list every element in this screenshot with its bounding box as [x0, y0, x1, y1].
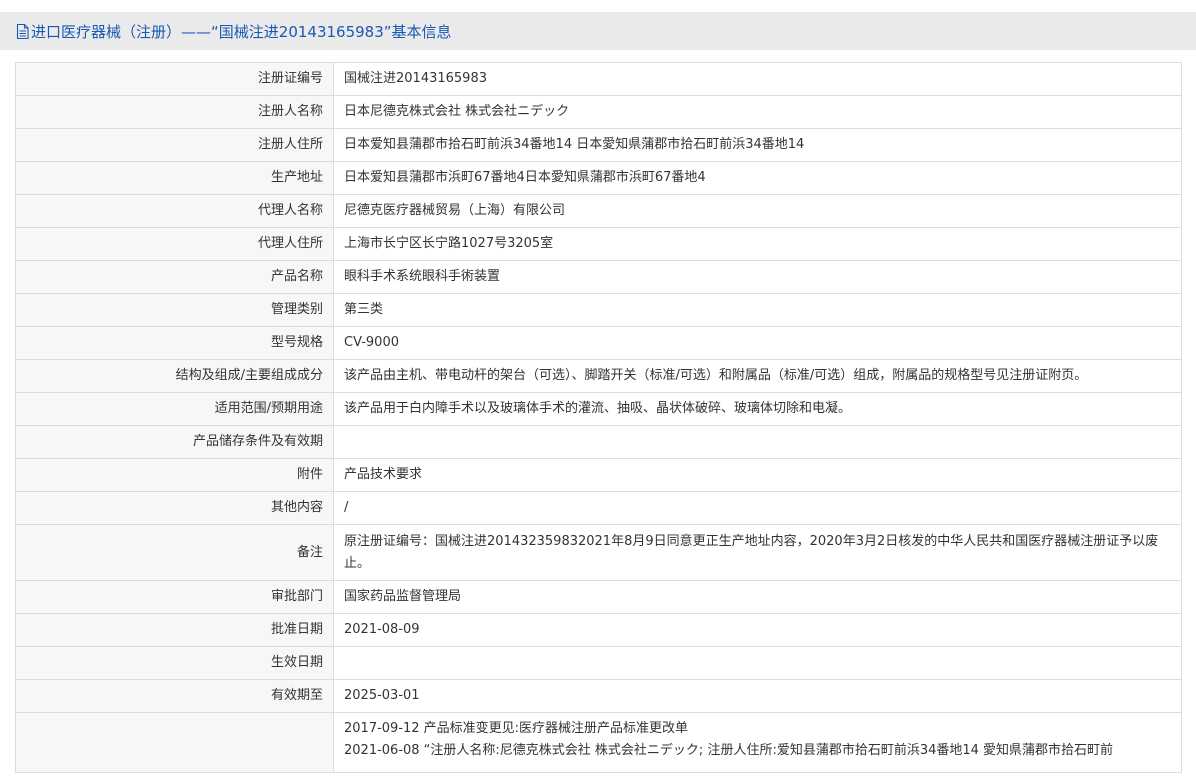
- field-value: 该产品用于白内障手术以及玻璃体手术的灌流、抽吸、晶状体破碎、玻璃体切除和电凝。: [333, 392, 1182, 426]
- field-value: 尼德克医疗器械贸易（上海）有限公司: [333, 194, 1182, 228]
- info-table-container: 注册证编号 国械注进20143165983 注册人名称 日本尼德克株式会社 株式…: [15, 62, 1182, 773]
- field-value: 日本爱知县蒲郡市浜町67番地4日本愛知県蒲郡市浜町67番地4: [333, 161, 1182, 195]
- field-value: 眼科手术系统眼科手術装置: [333, 260, 1182, 294]
- field-label: 审批部门: [15, 580, 334, 614]
- field-value: 上海市长宁区长宁路1027号3205室: [333, 227, 1182, 261]
- table-row: 管理类别 第三类: [15, 293, 1182, 327]
- table-row: 代理人住所 上海市长宁区长宁路1027号3205室: [15, 227, 1182, 261]
- table-row: 结构及组成/主要组成成分 该产品由主机、带电动杆的架台（可选）、脚踏开关（标准/…: [15, 359, 1182, 393]
- field-label: 有效期至: [15, 679, 334, 713]
- field-label: 备注: [15, 524, 334, 581]
- document-icon: [16, 23, 29, 39]
- field-value: 产品技术要求: [333, 458, 1182, 492]
- field-label: 生效日期: [15, 646, 334, 680]
- table-row-changes: 2017-09-12 产品标准变更见:医疗器械注册产品标准更改单 2021-06…: [15, 712, 1182, 773]
- table-row: 适用范围/预期用途 该产品用于白内障手术以及玻璃体手术的灌流、抽吸、晶状体破碎、…: [15, 392, 1182, 426]
- table-row: 生效日期: [15, 646, 1182, 680]
- field-label: 型号规格: [15, 326, 334, 360]
- field-label: 管理类别: [15, 293, 334, 327]
- table-row: 产品名称 眼科手术系统眼科手術装置: [15, 260, 1182, 294]
- field-value: 国械注进20143165983: [333, 62, 1182, 96]
- page-title: 进口医疗器械（注册）——“国械注进20143165983”基本信息: [31, 22, 452, 41]
- table-row: 代理人名称 尼德克医疗器械贸易（上海）有限公司: [15, 194, 1182, 228]
- field-label: 注册人名称: [15, 95, 334, 129]
- field-value: 日本爱知县蒲郡市拾石町前浜34番地14 日本愛知県蒲郡市拾石町前浜34番地14: [333, 128, 1182, 162]
- field-label: 产品储存条件及有效期: [15, 425, 334, 459]
- page-title-bar: 进口医疗器械（注册）——“国械注进20143165983”基本信息: [0, 12, 1196, 50]
- table-row: 附件 产品技术要求: [15, 458, 1182, 492]
- field-label: 生产地址: [15, 161, 334, 195]
- field-label: 注册人住所: [15, 128, 334, 162]
- table-row: 其他内容 /: [15, 491, 1182, 525]
- field-value: 第三类: [333, 293, 1182, 327]
- field-label: 代理人住所: [15, 227, 334, 261]
- field-value: 国家药品监督管理局: [333, 580, 1182, 614]
- field-label: [15, 712, 334, 773]
- table-row: 注册人名称 日本尼德克株式会社 株式会社ニデック: [15, 95, 1182, 129]
- field-label: 代理人名称: [15, 194, 334, 228]
- field-label: 结构及组成/主要组成成分: [15, 359, 334, 393]
- table-row: 型号规格 CV-9000: [15, 326, 1182, 360]
- change-entry: 2017-09-12 产品标准变更见:医疗器械注册产品标准更改单: [344, 721, 689, 736]
- table-row: 注册证编号 国械注进20143165983: [15, 62, 1182, 96]
- info-table: 注册证编号 国械注进20143165983 注册人名称 日本尼德克株式会社 株式…: [15, 62, 1182, 773]
- table-row: 产品储存条件及有效期: [15, 425, 1182, 459]
- field-label: 批准日期: [15, 613, 334, 647]
- field-value: [333, 646, 1182, 680]
- table-row: 备注 原注册证编号：国械注进201432359832021年8月9日同意更正生产…: [15, 524, 1182, 581]
- change-entry: 2021-06-08 “注册人名称:尼德克株式会社 株式会社ニデック; 注册人住…: [344, 743, 1114, 758]
- field-value: 原注册证编号：国械注进201432359832021年8月9日同意更正生产地址内…: [333, 524, 1182, 581]
- field-value: 2025-03-01: [333, 679, 1182, 713]
- table-row: 有效期至 2025-03-01: [15, 679, 1182, 713]
- field-label: 注册证编号: [15, 62, 334, 96]
- field-label: 附件: [15, 458, 334, 492]
- table-row: 批准日期 2021-08-09: [15, 613, 1182, 647]
- table-row: 注册人住所 日本爱知县蒲郡市拾石町前浜34番地14 日本愛知県蒲郡市拾石町前浜3…: [15, 128, 1182, 162]
- field-label: 其他内容: [15, 491, 334, 525]
- field-value: [333, 425, 1182, 459]
- field-value: 2021-08-09: [333, 613, 1182, 647]
- table-row: 生产地址 日本爱知县蒲郡市浜町67番地4日本愛知県蒲郡市浜町67番地4: [15, 161, 1182, 195]
- field-label: 产品名称: [15, 260, 334, 294]
- table-row: 审批部门 国家药品监督管理局: [15, 580, 1182, 614]
- field-label: 适用范围/预期用途: [15, 392, 334, 426]
- field-value: 该产品由主机、带电动杆的架台（可选）、脚踏开关（标准/可选）和附属品（标准/可选…: [333, 359, 1182, 393]
- field-value: /: [333, 491, 1182, 525]
- field-value: 日本尼德克株式会社 株式会社ニデック: [333, 95, 1182, 129]
- change-log: 2017-09-12 产品标准变更见:医疗器械注册产品标准更改单 2021-06…: [333, 712, 1182, 773]
- field-value: CV-9000: [333, 326, 1182, 360]
